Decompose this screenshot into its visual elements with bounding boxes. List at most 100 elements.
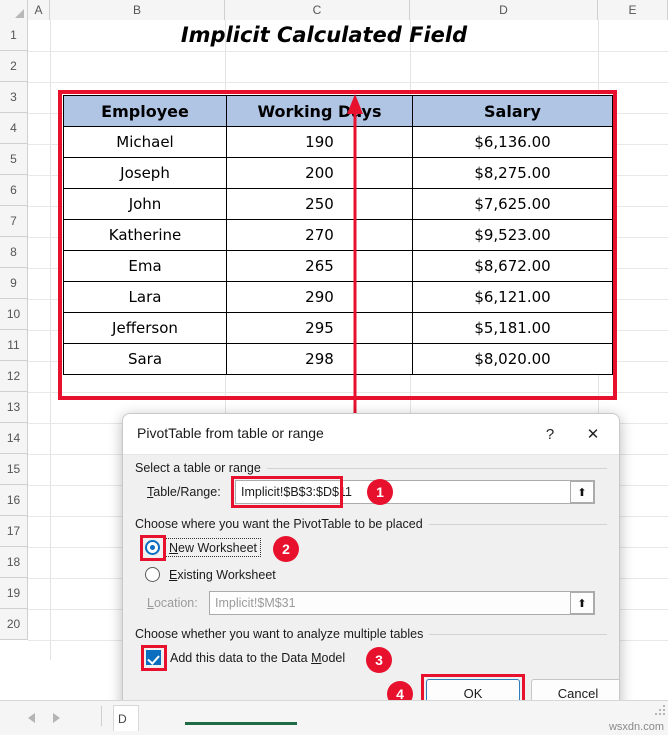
close-icon[interactable]: ✕ [577,423,609,447]
sheet-tab[interactable]: D [113,705,139,731]
cell-working-days[interactable]: 298 [226,343,413,375]
table-row: Sara 298 $8,020.00 [63,343,613,375]
section-source-label: Select a table or range [135,461,267,475]
sheet-nav-arrows[interactable] [28,709,88,727]
cell-employee[interactable]: Katherine [63,219,227,251]
employee-data-table: Employee Working Days Salary Michael 190 $… [63,95,613,375]
gridline-vertical-0 [50,20,51,660]
table-header-row: Employee Working Days Salary [63,95,613,127]
column-header-d[interactable]: D [410,0,598,20]
cell-working-days[interactable]: 270 [226,219,413,251]
row-header-18[interactable]: 18 [0,547,27,578]
cell-employee[interactable]: Lara [63,281,227,313]
row-header-5[interactable]: 5 [0,144,27,175]
dialog-body: Select a table or range Table/Range: Imp… [123,455,619,720]
table-row: John 250 $7,625.00 [63,188,613,220]
radio-existing-worksheet[interactable] [145,567,160,582]
watermark: wsxdn.com [608,721,664,733]
cell-salary[interactable]: $5,181.00 [412,312,613,344]
table-body: Michael 190 $6,136.00 Joseph 200 $8,275.00 Joh… [63,126,613,375]
location-label: Location: [147,596,198,610]
cell-employee[interactable]: Michael [63,126,227,158]
row-header-8[interactable]: 8 [0,237,27,268]
section-placement-label: Choose where you want the PivotTable to … [135,517,429,531]
column-header-e[interactable]: E [598,0,668,20]
row-header-13[interactable]: 13 [0,392,27,423]
section-multitable-label: Choose whether you want to analyze multi… [135,627,430,641]
row-header-19[interactable]: 19 [0,578,27,609]
cell-working-days[interactable]: 200 [226,157,413,189]
active-sheet-indicator [185,722,297,725]
row-header-12[interactable]: 12 [0,361,27,392]
prev-sheet-arrow-icon[interactable] [28,713,35,723]
location-picker-button[interactable]: ⬆ [570,592,594,614]
column-header-b[interactable]: B [50,0,225,20]
checkbox-data-model-label: Add this data to the Data Model [170,651,346,665]
page-title: Implicit Calculated Field [180,23,468,47]
collapse-dialog-icon-2: ⬆ [577,597,587,610]
cell-salary[interactable]: $8,672.00 [412,250,613,282]
help-icon[interactable]: ? [537,423,563,447]
cell-salary[interactable]: $7,625.00 [412,188,613,220]
radio-new-worksheet-label: New Worksheet [169,541,257,555]
row-header-10[interactable]: 10 [0,299,27,330]
row-header-4[interactable]: 4 [0,113,27,144]
highlight-table-range [231,476,343,508]
row-header-6[interactable]: 6 [0,175,27,206]
cell-employee[interactable]: Joseph [63,157,227,189]
cell-employee[interactable]: Ema [63,250,227,282]
table-row: Ema 265 $8,672.00 [63,250,613,282]
cell-working-days[interactable]: 290 [226,281,413,313]
cell-working-days[interactable]: 265 [226,250,413,282]
table-row: Lara 290 $6,121.00 [63,281,613,313]
collapse-dialog-icon: ⬆ [577,486,587,499]
step-badge-2: 2 [273,536,299,562]
cell-working-days[interactable]: 295 [226,312,413,344]
cell-employee[interactable]: Sara [63,343,227,375]
table-row: Jefferson 295 $5,181.00 [63,312,613,344]
column-header-c[interactable]: C [225,0,410,20]
row-header-7[interactable]: 7 [0,206,27,237]
cell-salary[interactable]: $9,523.00 [412,219,613,251]
cell-salary[interactable]: $8,020.00 [412,343,613,375]
location-input[interactable]: Implicit!$M$31 [209,591,595,615]
next-sheet-arrow-icon[interactable] [53,713,60,723]
column-header-bar: A B C D E [0,0,668,20]
row-header-11[interactable]: 11 [0,330,27,361]
resize-grip-icon[interactable] [655,705,665,715]
pivottable-dialog: PivotTable from table or range ? ✕ Selec… [122,413,620,721]
column-salary-header: Salary [412,95,613,127]
range-picker-button[interactable]: ⬆ [570,481,594,503]
step-badge-3: 3 [366,647,392,673]
sheet-nav-separator [101,706,102,726]
row-header-16[interactable]: 16 [0,485,27,516]
row-header-15[interactable]: 15 [0,454,27,485]
cell-employee[interactable]: Jefferson [63,312,227,344]
row-header-20[interactable]: 20 [0,609,27,640]
excel-window: A B C D E 1 2 3 4 5 6 7 8 9 10 11 12 13 14 15 16 17 18 19 2… [0,0,668,735]
row-header-2[interactable]: 2 [0,51,27,82]
cell-employee[interactable]: John [63,188,227,220]
cell-working-days[interactable]: 250 [226,188,413,220]
dialog-titlebar[interactable]: PivotTable from table or range ? ✕ [123,414,619,455]
row-header-14[interactable]: 14 [0,423,27,454]
gridline-horizontal-2 [28,82,668,83]
cell-working-days[interactable]: 190 [226,126,413,158]
row-header-17[interactable]: 17 [0,516,27,547]
sheet-tab-bar: D [0,700,668,735]
cell-salary[interactable]: $6,136.00 [412,126,613,158]
row-header-9[interactable]: 9 [0,268,27,299]
gridline-horizontal-1 [28,51,668,52]
step-badge-1: 1 [367,479,393,505]
row-header-1[interactable]: 1 [0,20,27,51]
cell-salary[interactable]: $6,121.00 [412,281,613,313]
row-header-3[interactable]: 3 [0,82,27,113]
dialog-title: PivotTable from table or range [137,425,324,441]
row-header-bar: 1 2 3 4 5 6 7 8 9 10 11 12 13 14 15 16 17 18 19 20 [0,20,28,640]
select-all-corner[interactable] [0,0,28,20]
column-header-a[interactable]: A [28,0,50,20]
cell-salary[interactable]: $8,275.00 [412,157,613,189]
table-range-label: Table/Range: [147,485,221,499]
column-working-days-header: Working Days [226,95,413,127]
highlight-new-worksheet [140,535,166,561]
